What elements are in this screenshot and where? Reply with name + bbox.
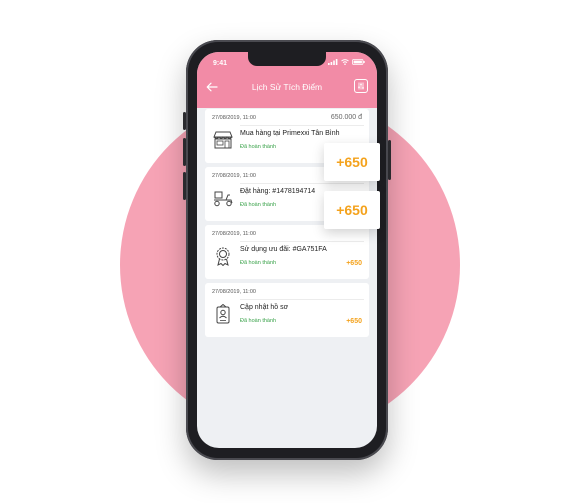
- status-icons: [328, 59, 365, 65]
- transaction-points: +650: [346, 318, 362, 325]
- phone-notch: [248, 52, 326, 66]
- store-icon: [212, 130, 234, 150]
- transaction-date: 27/08/2019, 11:00: [212, 231, 256, 237]
- divider: [240, 241, 364, 242]
- transaction-date: 27/08/2019, 11:00: [212, 173, 256, 179]
- transaction-status: Đã hoàn thành: [240, 202, 277, 208]
- transaction-name: Đặt hàng: #1478194714: [240, 188, 316, 195]
- battery-icon: [352, 59, 365, 65]
- points-popup: +650: [324, 191, 380, 229]
- award-badge-icon: [212, 246, 234, 267]
- transaction-amount: 650.000 đ: [330, 114, 362, 121]
- phone-side-button: [183, 172, 186, 200]
- transaction-name: Sử dụng ưu đãi: #GA751FA: [240, 246, 327, 253]
- filter-button[interactable]: [354, 79, 368, 93]
- transaction-status: Đã hoàn thành: [240, 318, 277, 324]
- signal-icon: [328, 59, 338, 65]
- transaction-date: 27/08/2019, 11:00: [212, 115, 256, 121]
- delivery-scooter-icon: [212, 188, 234, 208]
- phone-screen: 9:41 Lịch Sử Tích Điểm 27/08/2019, 11:00…: [197, 52, 377, 448]
- transaction-points: +650: [346, 260, 362, 267]
- transaction-status: Đã hoàn thành: [240, 260, 277, 266]
- phone-side-button: [183, 138, 186, 166]
- transaction-name: Mua hàng tại Primexxi Tân Bình: [240, 130, 340, 137]
- wifi-icon: [341, 59, 349, 65]
- divider: [240, 125, 364, 126]
- transaction-name: Cập nhật hồ sơ: [240, 304, 289, 311]
- points-popup: +650: [324, 143, 380, 181]
- phone-side-button: [388, 140, 391, 180]
- stage: 9:41 Lịch Sử Tích Điểm 27/08/2019, 11:00…: [0, 0, 570, 503]
- phone-side-button: [183, 112, 186, 130]
- transaction-card[interactable]: 27/08/2019, 11:00 Cập nhật hồ sơ Đã hoàn…: [205, 283, 369, 337]
- transaction-date: 27/08/2019, 11:00: [212, 289, 256, 295]
- transaction-card[interactable]: 27/08/2019, 11:00 Sử dụng ưu đãi: #GA751…: [205, 225, 369, 279]
- sliders-icon: [358, 82, 364, 90]
- profile-card-icon: [212, 303, 234, 324]
- transaction-status: Đã hoàn thành: [240, 144, 277, 150]
- status-time: 9:41: [213, 60, 228, 67]
- divider: [240, 299, 364, 300]
- divider: [240, 183, 364, 184]
- page-title: Lịch Sử Tích Điểm: [251, 82, 323, 92]
